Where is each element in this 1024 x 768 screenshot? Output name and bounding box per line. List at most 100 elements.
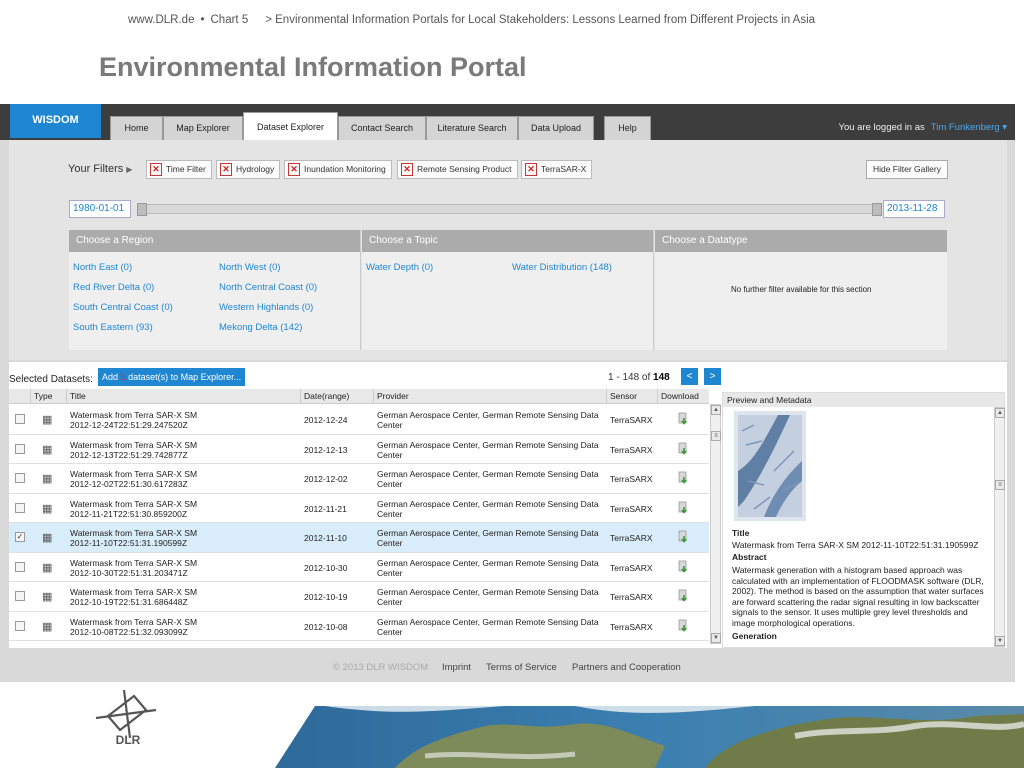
row-provider: German Aerospace Center, German Remote S… (377, 439, 599, 460)
raster-type-icon: ▦ (42, 532, 53, 544)
scroll-down-icon[interactable]: ▼ (711, 633, 721, 643)
preview-scrollbar[interactable]: ▲ ≡ ▼ (994, 407, 1005, 647)
download-icon[interactable] (678, 471, 689, 484)
row-checkbox[interactable]: ✓ (15, 532, 25, 542)
raster-type-icon: ▦ (42, 620, 53, 633)
row-title[interactable]: Watermask from Terra SAR-X SM 2012-11-21T… (70, 499, 300, 519)
scroll-down-icon[interactable]: ▼ (995, 636, 1005, 646)
row-title[interactable]: Watermask from Terra SAR-X SM 2012-11-10T… (70, 528, 300, 548)
end-handle[interactable] (872, 203, 882, 216)
download-icon[interactable] (678, 560, 689, 573)
table-scrollbar[interactable]: ▲ ≡ ▼ (710, 404, 721, 644)
row-title[interactable]: Watermask from Terra SAR-X SM 2012-10-08T… (70, 617, 300, 637)
filter-chip-inundation[interactable]: ✕ Inundation Monitoring (284, 160, 392, 179)
row-checkbox[interactable] (15, 591, 25, 601)
scroll-thumb[interactable]: ≡ (711, 431, 721, 441)
col-provider[interactable]: Provider (377, 391, 409, 401)
row-checkbox[interactable] (15, 443, 25, 454)
table-row[interactable]: ▦ Watermask from Terra SAR-X SM 2012-10-08… (9, 611, 709, 641)
watermask-thumbnail[interactable] (734, 411, 806, 521)
topic-link[interactable]: Water Depth (0) (366, 262, 433, 273)
row-checkbox[interactable] (15, 620, 25, 631)
download-icon[interactable] (678, 501, 689, 514)
table-row[interactable]: ▦ Watermask from Terra SAR-X SM 2012-12-24… (9, 405, 709, 435)
row-checkbox[interactable] (15, 561, 25, 572)
filter-chip-hydrology[interactable]: ✕ Hydrology (216, 160, 281, 179)
start-date-field[interactable]: 1980-01-01 (69, 200, 131, 218)
region-link[interactable]: North Central Coast (0) (219, 282, 317, 293)
add-count: 1 (120, 372, 126, 382)
topic-link[interactable]: Water Distribution (148) (512, 262, 612, 273)
col-download[interactable]: Download (661, 391, 699, 401)
row-title[interactable]: Watermask from Terra SAR-X SM 2012-12-24T… (70, 410, 300, 430)
col-date[interactable]: Date(range) (304, 391, 349, 401)
scroll-up-icon[interactable]: ▲ (711, 405, 721, 415)
remove-icon[interactable]: ✕ (288, 163, 300, 176)
region-link[interactable]: Western Highlands (0) (219, 302, 313, 313)
scroll-up-icon[interactable]: ▲ (995, 408, 1005, 418)
region-link[interactable]: South Central Coast (0) (73, 302, 173, 313)
play-arrow-icon: ▶ (126, 165, 133, 174)
download-icon[interactable] (678, 412, 689, 425)
remove-icon[interactable]: ✕ (525, 163, 537, 176)
dlr-logo: DLR (95, 689, 157, 747)
add-to-map-button[interactable]: Add 1 dataset(s) to Map Explorer... (98, 368, 246, 386)
table-row[interactable]: ▦ Watermask from Terra SAR-X SM 2012-11-21… (9, 493, 709, 523)
tab-contact-search[interactable]: Contact Search (338, 116, 426, 140)
next-page-button[interactable]: > (704, 368, 721, 385)
hide-filter-gallery-button[interactable]: Hide Filter Gallery (865, 160, 948, 179)
col-type[interactable]: Type (34, 391, 52, 401)
region-link[interactable]: Mekong Delta (142) (219, 322, 302, 333)
tab-map-explorer[interactable]: Map Explorer (163, 116, 243, 140)
col-sensor[interactable]: Sensor (610, 391, 637, 401)
prev-page-button[interactable]: < (681, 368, 698, 385)
row-title[interactable]: Watermask from Terra SAR-X SM 2012-12-02T… (70, 469, 300, 489)
tab-data-upload[interactable]: Data Upload (518, 116, 594, 140)
row-title[interactable]: Watermask from Terra SAR-X SM 2012-10-19T… (70, 587, 300, 607)
row-date: 2012-11-10 (304, 533, 347, 543)
row-sensor: TerraSARX (610, 474, 653, 484)
download-icon[interactable] (678, 442, 689, 455)
region-link[interactable]: North West (0) (219, 262, 281, 273)
download-icon[interactable] (678, 530, 689, 543)
footer-link-terms[interactable]: Terms of Service (486, 662, 557, 673)
scroll-thumb[interactable]: ≡ (995, 480, 1005, 490)
meta-abstract-line: Watermask generation with a histogram ba… (732, 565, 963, 575)
footer-link-imprint[interactable]: Imprint (442, 662, 471, 673)
table-row[interactable]: ▦ Watermask from Terra SAR-X SM 2012-12-13… (9, 434, 709, 464)
col-title[interactable]: Title (70, 391, 86, 401)
tab-literature-search[interactable]: Literature Search (426, 116, 518, 140)
filter-chip-remote-sensing[interactable]: ✕ Remote Sensing Product (397, 160, 518, 179)
row-title[interactable]: Watermask from Terra SAR-X SM 2012-10-30T… (70, 558, 300, 578)
table-row[interactable]: ✓ ▦ Watermask from Terra SAR-X SM 2012-11-1… (9, 523, 709, 553)
table-row[interactable]: ▦ Watermask from Terra SAR-X SM 2012-10-19… (9, 582, 709, 612)
row-date: 2012-10-19 (304, 592, 348, 602)
row-title[interactable]: Watermask from Terra SAR-X SM 2012-12-13T… (70, 440, 300, 460)
filter-chip-terrasar[interactable]: ✕ TerraSAR-X (521, 160, 593, 179)
region-link[interactable]: Red River Delta (0) (73, 282, 154, 293)
table-row[interactable]: ▦ Watermask from Terra SAR-X SM 2012-10-30… (9, 552, 709, 582)
download-icon[interactable] (678, 619, 689, 632)
filter-chip-time[interactable]: ✕ Time Filter (146, 160, 212, 179)
remove-icon[interactable]: ✕ (401, 163, 413, 176)
start-handle[interactable] (137, 203, 147, 216)
brand-logo[interactable]: WISDOM (10, 104, 101, 138)
table-row[interactable]: ▦ Watermask from Terra SAR-X SM 2012-12-02… (9, 464, 709, 494)
row-checkbox[interactable] (15, 502, 25, 513)
region-link[interactable]: North East (0) (73, 262, 132, 273)
date-range-slider[interactable] (137, 203, 882, 216)
tab-home[interactable]: Home (110, 116, 163, 140)
user-menu[interactable]: Tim Funkenberg ▾ (931, 122, 1007, 133)
remove-icon[interactable]: ✕ (150, 163, 162, 176)
download-icon[interactable] (678, 589, 689, 602)
footer-link-partners[interactable]: Partners and Cooperation (572, 662, 681, 673)
remove-icon[interactable]: ✕ (220, 163, 232, 176)
facet-region-heading: Choose a Region (69, 230, 360, 252)
end-date-field[interactable]: 2013-11-28 (883, 200, 945, 218)
row-checkbox[interactable] (15, 414, 25, 424)
tab-dataset-explorer[interactable]: Dataset Explorer (243, 112, 338, 140)
row-checkbox[interactable] (15, 473, 25, 483)
tab-help[interactable]: Help (604, 116, 651, 140)
region-link[interactable]: South Eastern (93) (73, 322, 153, 333)
filters-label: Your Filters ▶ (68, 163, 133, 175)
